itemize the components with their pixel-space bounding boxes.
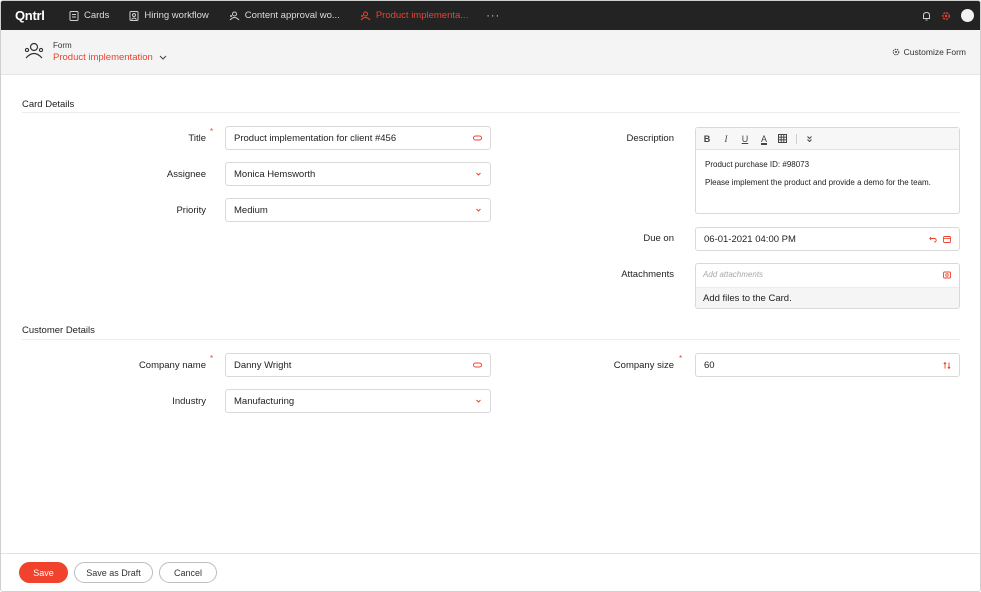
workflow-icon — [229, 11, 240, 20]
more-tabs-button[interactable]: ··· — [478, 10, 508, 22]
gear-icon[interactable] — [941, 11, 951, 21]
calendar-icon[interactable] — [943, 235, 951, 243]
save-as-draft-button[interactable]: Save as Draft — [74, 562, 153, 583]
cards-icon — [69, 10, 79, 21]
priority-select[interactable]: Medium — [225, 198, 491, 222]
attachments-placeholder: Add attachments — [703, 270, 764, 279]
tab-hiring-workflow[interactable]: Hiring workflow — [119, 1, 218, 30]
priority-label: Priority — [176, 205, 206, 216]
bell-icon[interactable] — [922, 11, 931, 21]
chevron-down-icon — [476, 172, 481, 176]
section-divider — [22, 112, 960, 113]
tab-cards[interactable]: Cards — [59, 1, 119, 30]
title-input[interactable]: Product implementation for client #456 — [225, 126, 491, 150]
description-editor[interactable]: B I U A Product purchase ID: #98073 Plea… — [695, 127, 960, 214]
industry-label: Industry — [172, 396, 206, 407]
attachments-field[interactable]: Add attachments Add files to the Card. — [695, 263, 960, 309]
form-workflow-icon — [24, 42, 44, 59]
text-field-icon — [473, 362, 482, 368]
section-title-card-details: Card Details — [22, 99, 75, 110]
company-size-label: Company size — [613, 360, 674, 371]
section-divider — [22, 339, 960, 340]
tab-product-implementation[interactable]: Product implementa... — [350, 1, 478, 30]
priority-value: Medium — [234, 204, 268, 216]
description-text-line: Product purchase ID: #98073 — [705, 160, 810, 169]
table-icon[interactable] — [778, 134, 787, 143]
industry-select[interactable]: Manufacturing — [225, 389, 491, 413]
company-size-value: 60 — [704, 359, 715, 371]
font-color-button[interactable]: A — [759, 134, 769, 144]
gear-icon — [892, 48, 899, 56]
company-size-input[interactable]: 60 — [695, 353, 960, 377]
form-type-label: Form — [53, 41, 72, 50]
top-nav-bar: Qntrl Cards Hiring workflow Content appr… — [1, 1, 980, 30]
due-on-label: Due on — [643, 233, 674, 244]
person-form-icon — [129, 10, 139, 21]
title-label: Title — [188, 133, 206, 144]
chevron-down-icon[interactable] — [159, 55, 167, 60]
form-footer: Save Save as Draft Cancel — [1, 553, 980, 591]
assignee-label: Assignee — [166, 169, 206, 180]
tab-label: Product implementa... — [375, 10, 469, 21]
undo-icon[interactable] — [929, 235, 937, 243]
toolbar-divider — [796, 133, 797, 144]
form-name-selector[interactable]: Product implementation — [53, 52, 153, 63]
tab-label: Hiring workflow — [144, 10, 209, 21]
bold-button[interactable]: B — [702, 134, 712, 144]
required-marker: * — [210, 354, 214, 363]
chevron-down-icon — [476, 399, 481, 403]
assignee-value: Monica Hemsworth — [234, 168, 316, 180]
underline-button[interactable]: U — [740, 134, 750, 144]
attachments-label: Attachments — [621, 269, 674, 280]
company-name-label: Company name — [138, 360, 206, 371]
workflow-icon — [360, 11, 371, 20]
due-on-value: 06-01-2021 04:00 PM — [704, 233, 796, 245]
double-chevron-down-icon[interactable] — [806, 135, 813, 143]
form-header: Form Product implementation Customize Fo… — [1, 30, 980, 75]
assignee-select[interactable]: Monica Hemsworth — [225, 162, 491, 186]
number-stepper-icon[interactable] — [943, 361, 951, 370]
tab-label: Cards — [84, 10, 110, 21]
italic-button[interactable]: I — [721, 134, 731, 144]
attachments-hint: Add files to the Card. — [696, 287, 959, 308]
title-value: Product implementation for client #456 — [234, 132, 397, 144]
text-field-icon — [473, 135, 482, 141]
rich-text-toolbar: B I U A — [696, 128, 959, 150]
cancel-button[interactable]: Cancel — [159, 562, 217, 583]
tab-label: Content approval wo... — [244, 10, 340, 21]
customize-form-label: Customize Form — [903, 47, 966, 57]
section-title-customer-details: Customer Details — [22, 325, 95, 336]
tab-content-approval[interactable]: Content approval wo... — [219, 1, 350, 30]
description-text-line: Please implement the product and provide… — [705, 178, 931, 187]
company-name-input[interactable]: Danny Wright — [225, 353, 491, 377]
description-label: Description — [626, 133, 674, 144]
required-marker: * — [679, 354, 683, 363]
chevron-down-icon — [476, 208, 481, 212]
required-marker: * — [210, 127, 214, 136]
industry-value: Manufacturing — [234, 395, 295, 407]
customize-form-button[interactable]: Customize Form — [892, 47, 966, 57]
user-avatar[interactable] — [961, 9, 974, 22]
attachment-icon[interactable] — [943, 271, 951, 279]
company-name-value: Danny Wright — [234, 359, 292, 371]
app-window: Qntrl Cards Hiring workflow Content appr… — [0, 0, 981, 592]
due-on-datepicker[interactable]: 06-01-2021 04:00 PM — [695, 227, 960, 251]
app-logo[interactable]: Qntrl — [15, 8, 59, 23]
save-button[interactable]: Save — [19, 562, 68, 583]
